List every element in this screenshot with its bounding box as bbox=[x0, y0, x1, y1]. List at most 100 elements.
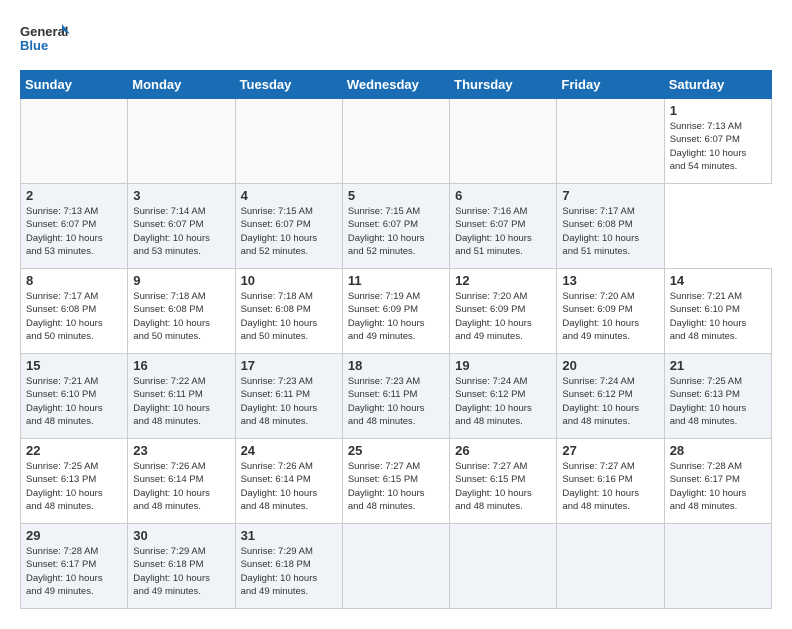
day-info: Sunrise: 7:27 AMSunset: 6:16 PMDaylight:… bbox=[562, 461, 639, 512]
day-info: Sunrise: 7:28 AMSunset: 6:17 PMDaylight:… bbox=[26, 546, 103, 597]
day-number: 5 bbox=[348, 188, 444, 203]
day-cell-11: 11 Sunrise: 7:19 AMSunset: 6:09 PMDayligh… bbox=[342, 269, 449, 354]
day-number: 9 bbox=[133, 273, 229, 288]
empty-cell bbox=[21, 99, 128, 184]
logo-svg: General Blue bbox=[20, 20, 70, 60]
day-cell-20: 20Sunrise: 7:24 AMSunset: 6:12 PMDayligh… bbox=[557, 354, 664, 439]
day-info: Sunrise: 7:25 AMSunset: 6:13 PMDaylight:… bbox=[26, 461, 103, 512]
calendar-body: 1 Sunrise: 7:13 AMSunset: 6:07 PMDaylight… bbox=[21, 99, 772, 609]
dow-header-thursday: Thursday bbox=[450, 71, 557, 99]
day-cell-17: 17 Sunrise: 7:23 AMSunset: 6:11 PMDayligh… bbox=[235, 354, 342, 439]
calendar-table: SundayMondayTuesdayWednesdayThursdayFrid… bbox=[20, 70, 772, 609]
week-row-5: 22 Sunrise: 7:25 AMSunset: 6:13 PMDayligh… bbox=[21, 439, 772, 524]
day-number: 18 bbox=[348, 358, 444, 373]
day-cell-28: 28Sunrise: 7:28 AMSunset: 6:17 PMDayligh… bbox=[664, 439, 771, 524]
day-info: Sunrise: 7:25 AMSunset: 6:13 PMDaylight:… bbox=[670, 376, 747, 427]
day-cell-3: 3Sunrise: 7:14 AMSunset: 6:07 PMDaylight… bbox=[128, 184, 235, 269]
empty-cell bbox=[557, 99, 664, 184]
dow-header-monday: Monday bbox=[128, 71, 235, 99]
day-info: Sunrise: 7:13 AMSunset: 6:07 PMDaylight:… bbox=[26, 206, 103, 257]
day-info: Sunrise: 7:17 AMSunset: 6:08 PMDaylight:… bbox=[26, 291, 103, 342]
day-info: Sunrise: 7:23 AMSunset: 6:11 PMDaylight:… bbox=[241, 376, 318, 427]
day-cell-6: 6 Sunrise: 7:16 AMSunset: 6:07 PMDaylight… bbox=[450, 184, 557, 269]
day-info: Sunrise: 7:24 AMSunset: 6:12 PMDaylight:… bbox=[455, 376, 532, 427]
day-info: Sunrise: 7:19 AMSunset: 6:09 PMDaylight:… bbox=[348, 291, 425, 342]
day-cell-19: 19 Sunrise: 7:24 AMSunset: 6:12 PMDayligh… bbox=[450, 354, 557, 439]
dow-header-wednesday: Wednesday bbox=[342, 71, 449, 99]
days-of-week-row: SundayMondayTuesdayWednesdayThursdayFrid… bbox=[21, 71, 772, 99]
day-number: 6 bbox=[455, 188, 551, 203]
empty-cell bbox=[664, 524, 771, 609]
dow-header-tuesday: Tuesday bbox=[235, 71, 342, 99]
day-info: Sunrise: 7:26 AMSunset: 6:14 PMDaylight:… bbox=[133, 461, 210, 512]
day-info: Sunrise: 7:29 AMSunset: 6:18 PMDaylight:… bbox=[133, 546, 210, 597]
day-info: Sunrise: 7:24 AMSunset: 6:12 PMDaylight:… bbox=[562, 376, 639, 427]
empty-cell bbox=[450, 99, 557, 184]
week-row-3: 8 Sunrise: 7:17 AMSunset: 6:08 PMDaylight… bbox=[21, 269, 772, 354]
day-cell-18: 18Sunrise: 7:23 AMSunset: 6:11 PMDayligh… bbox=[342, 354, 449, 439]
day-number: 3 bbox=[133, 188, 229, 203]
day-number: 17 bbox=[241, 358, 337, 373]
logo: General Blue bbox=[20, 20, 70, 60]
week-row-6: 29 Sunrise: 7:28 AMSunset: 6:17 PMDayligh… bbox=[21, 524, 772, 609]
day-number: 19 bbox=[455, 358, 551, 373]
day-info: Sunrise: 7:20 AMSunset: 6:09 PMDaylight:… bbox=[455, 291, 532, 342]
day-info: Sunrise: 7:21 AMSunset: 6:10 PMDaylight:… bbox=[26, 376, 103, 427]
day-number: 8 bbox=[26, 273, 122, 288]
week-row-4: 15Sunrise: 7:21 AMSunset: 6:10 PMDayligh… bbox=[21, 354, 772, 439]
dow-header-sunday: Sunday bbox=[21, 71, 128, 99]
day-number: 13 bbox=[562, 273, 658, 288]
day-info: Sunrise: 7:18 AMSunset: 6:08 PMDaylight:… bbox=[133, 291, 210, 342]
day-cell-29: 29 Sunrise: 7:28 AMSunset: 6:17 PMDayligh… bbox=[21, 524, 128, 609]
day-info: Sunrise: 7:15 AMSunset: 6:07 PMDaylight:… bbox=[241, 206, 318, 257]
day-cell-8: 8 Sunrise: 7:17 AMSunset: 6:08 PMDaylight… bbox=[21, 269, 128, 354]
day-number: 4 bbox=[241, 188, 337, 203]
day-number: 16 bbox=[133, 358, 229, 373]
day-number: 29 bbox=[26, 528, 122, 543]
empty-cell bbox=[557, 524, 664, 609]
day-cell-16: 16Sunrise: 7:22 AMSunset: 6:11 PMDayligh… bbox=[128, 354, 235, 439]
day-number: 10 bbox=[241, 273, 337, 288]
day-cell-2: 2 Sunrise: 7:13 AMSunset: 6:07 PMDaylight… bbox=[21, 184, 128, 269]
empty-cell bbox=[450, 524, 557, 609]
day-info: Sunrise: 7:18 AMSunset: 6:08 PMDaylight:… bbox=[241, 291, 318, 342]
day-cell-30: 30Sunrise: 7:29 AMSunset: 6:18 PMDayligh… bbox=[128, 524, 235, 609]
day-info: Sunrise: 7:28 AMSunset: 6:17 PMDaylight:… bbox=[670, 461, 747, 512]
page-header: General Blue bbox=[20, 20, 772, 60]
day-number: 23 bbox=[133, 443, 229, 458]
day-cell-15: 15Sunrise: 7:21 AMSunset: 6:10 PMDayligh… bbox=[21, 354, 128, 439]
day-cell-25: 25 Sunrise: 7:27 AMSunset: 6:15 PMDayligh… bbox=[342, 439, 449, 524]
day-number: 1 bbox=[670, 103, 766, 118]
day-cell-7: 7Sunrise: 7:17 AMSunset: 6:08 PMDaylight… bbox=[557, 184, 664, 269]
day-number: 12 bbox=[455, 273, 551, 288]
day-info: Sunrise: 7:15 AMSunset: 6:07 PMDaylight:… bbox=[348, 206, 425, 257]
dow-header-saturday: Saturday bbox=[664, 71, 771, 99]
day-number: 22 bbox=[26, 443, 122, 458]
day-number: 2 bbox=[26, 188, 122, 203]
day-info: Sunrise: 7:13 AMSunset: 6:07 PMDaylight:… bbox=[670, 121, 747, 172]
svg-text:General: General bbox=[20, 24, 68, 39]
day-cell-24: 24Sunrise: 7:26 AMSunset: 6:14 PMDayligh… bbox=[235, 439, 342, 524]
day-number: 24 bbox=[241, 443, 337, 458]
day-cell-4: 4 Sunrise: 7:15 AMSunset: 6:07 PMDaylight… bbox=[235, 184, 342, 269]
day-info: Sunrise: 7:29 AMSunset: 6:18 PMDaylight:… bbox=[241, 546, 318, 597]
week-row-2: 2 Sunrise: 7:13 AMSunset: 6:07 PMDaylight… bbox=[21, 184, 772, 269]
day-number: 11 bbox=[348, 273, 444, 288]
week-row-1: 1 Sunrise: 7:13 AMSunset: 6:07 PMDaylight… bbox=[21, 99, 772, 184]
day-info: Sunrise: 7:16 AMSunset: 6:07 PMDaylight:… bbox=[455, 206, 532, 257]
day-info: Sunrise: 7:21 AMSunset: 6:10 PMDaylight:… bbox=[670, 291, 747, 342]
day-cell-31: 31Sunrise: 7:29 AMSunset: 6:18 PMDayligh… bbox=[235, 524, 342, 609]
day-info: Sunrise: 7:27 AMSunset: 6:15 PMDaylight:… bbox=[348, 461, 425, 512]
empty-cell bbox=[235, 99, 342, 184]
day-cell-9: 9 Sunrise: 7:18 AMSunset: 6:08 PMDaylight… bbox=[128, 269, 235, 354]
day-cell-10: 10 Sunrise: 7:18 AMSunset: 6:08 PMDayligh… bbox=[235, 269, 342, 354]
day-info: Sunrise: 7:17 AMSunset: 6:08 PMDaylight:… bbox=[562, 206, 639, 257]
day-number: 25 bbox=[348, 443, 444, 458]
empty-cell bbox=[342, 524, 449, 609]
day-cell-14: 14 Sunrise: 7:21 AMSunset: 6:10 PMDayligh… bbox=[664, 269, 771, 354]
day-number: 14 bbox=[670, 273, 766, 288]
day-info: Sunrise: 7:27 AMSunset: 6:15 PMDaylight:… bbox=[455, 461, 532, 512]
day-cell-12: 12 Sunrise: 7:20 AMSunset: 6:09 PMDayligh… bbox=[450, 269, 557, 354]
empty-cell bbox=[342, 99, 449, 184]
day-number: 26 bbox=[455, 443, 551, 458]
